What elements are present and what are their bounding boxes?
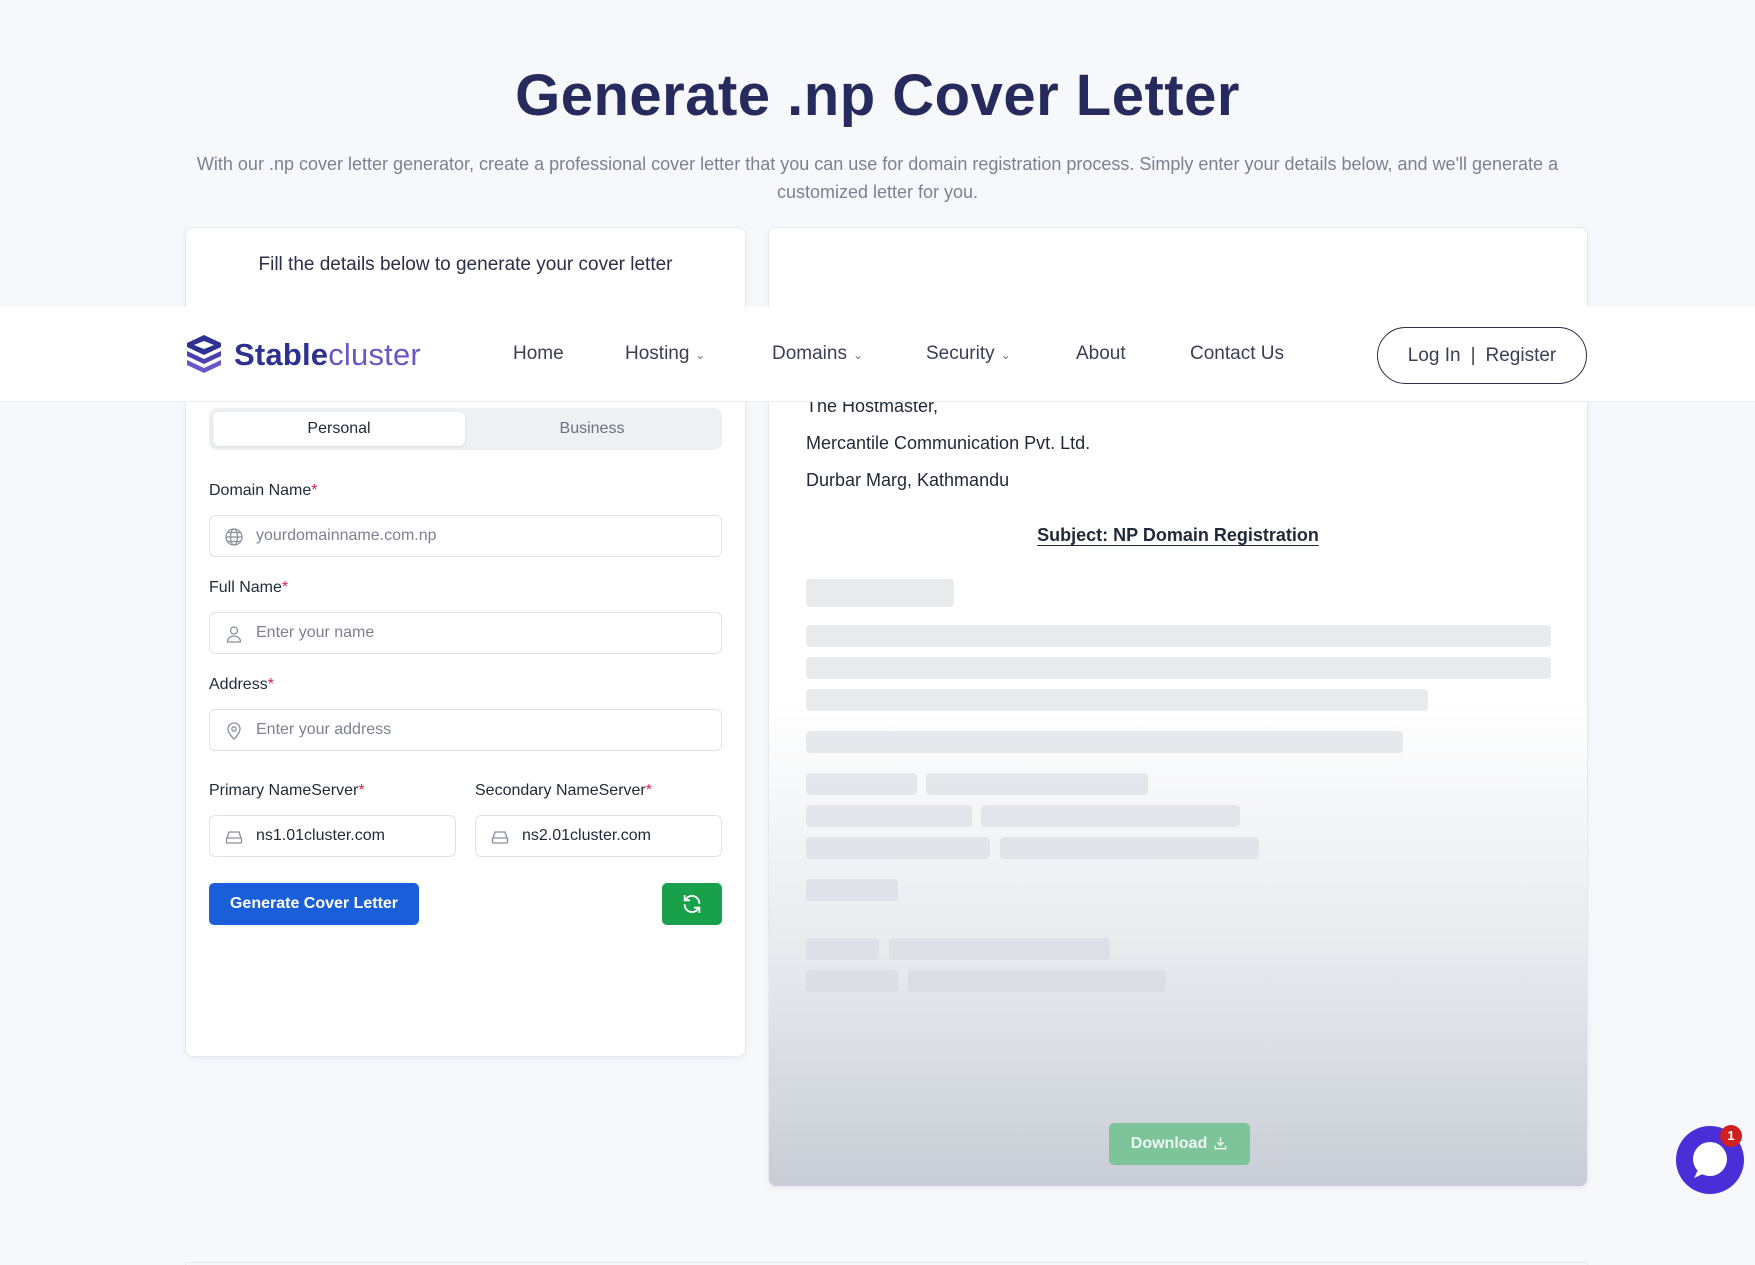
logo-text-light: cluster [328, 337, 421, 372]
page-subtitle: With our .np cover letter generator, cre… [196, 154, 1559, 202]
type-toggle: Personal Business [209, 408, 722, 450]
chat-notification-badge: 1 [1720, 1125, 1742, 1147]
preview-fade-overlay [769, 698, 1587, 1186]
skeleton-line [806, 625, 1551, 647]
download-icon [1214, 1137, 1227, 1150]
chevron-down-icon: ⌄ [852, 348, 864, 362]
user-icon [226, 626, 242, 643]
domain-name-label: Domain Name* [209, 482, 318, 499]
nav-home[interactable]: Home [513, 343, 564, 365]
full-name-label: Full Name* [209, 579, 289, 596]
refresh-icon [683, 894, 701, 914]
address-field[interactable] [209, 709, 722, 751]
logo-text-bold: Stable [234, 337, 329, 372]
domain-name-field[interactable] [209, 515, 722, 557]
full-name-field[interactable] [209, 612, 722, 654]
auth-divider: | [1470, 344, 1476, 366]
nav-hosting[interactable]: Hosting ⌄ [625, 343, 705, 365]
nav-security[interactable]: Security ⌄ [926, 343, 1011, 365]
server-icon [491, 831, 509, 844]
recipient-line: Mercantile Communication Pvt. Ltd. [806, 433, 1091, 453]
tab-business[interactable]: Business [466, 412, 718, 446]
page-title: Generate .np Cover Letter [515, 63, 1240, 128]
download-label: Download [1130, 1135, 1208, 1152]
chevron-down-icon: ⌄ [695, 348, 706, 362]
nav-contact-us[interactable]: Contact Us [1190, 343, 1284, 365]
server-icon [225, 831, 243, 844]
auth-box: Log In | Register [1377, 327, 1587, 384]
refresh-button[interactable] [662, 883, 722, 925]
nav-domains[interactable]: Domains ⌄ [772, 343, 863, 365]
map-pin-icon [227, 722, 241, 740]
primary-ns-input[interactable] [256, 816, 445, 856]
recipient-line: Durbar Marg, Kathmandu [806, 470, 1010, 490]
skeleton-line [806, 579, 954, 607]
nav-about[interactable]: About [1076, 343, 1126, 365]
secondary-ns-label: Secondary NameServer* [475, 782, 652, 799]
navbar: Stablecluster Home Hosting ⌄ Domains ⌄ Sec… [0, 307, 1755, 402]
login-link[interactable]: Log In [1408, 345, 1461, 367]
tab-personal[interactable]: Personal [213, 412, 465, 446]
primary-ns-field[interactable] [209, 815, 456, 857]
stack-logo-icon [187, 335, 221, 373]
register-link[interactable]: Register [1486, 345, 1557, 367]
address-input[interactable] [256, 710, 711, 750]
generate-cover-letter-button[interactable]: Generate Cover Letter [209, 883, 419, 925]
form-heading: Fill the details below to generate your … [258, 254, 673, 275]
skeleton-line [806, 657, 1551, 679]
domain-name-input[interactable] [256, 516, 711, 556]
secondary-ns-field[interactable] [475, 815, 722, 857]
globe-icon [225, 528, 243, 546]
download-button[interactable]: Download [1109, 1123, 1250, 1165]
stablecluster-logo[interactable]: Stablecluster [184, 333, 421, 377]
primary-ns-label: Primary NameServer* [209, 782, 365, 799]
address-label: Address* [209, 676, 274, 693]
secondary-ns-input[interactable] [522, 816, 711, 856]
chevron-down-icon: ⌄ [1000, 348, 1011, 362]
letter-subject: Subject: NP Domain Registration [1037, 525, 1319, 545]
full-name-input[interactable] [256, 613, 711, 653]
